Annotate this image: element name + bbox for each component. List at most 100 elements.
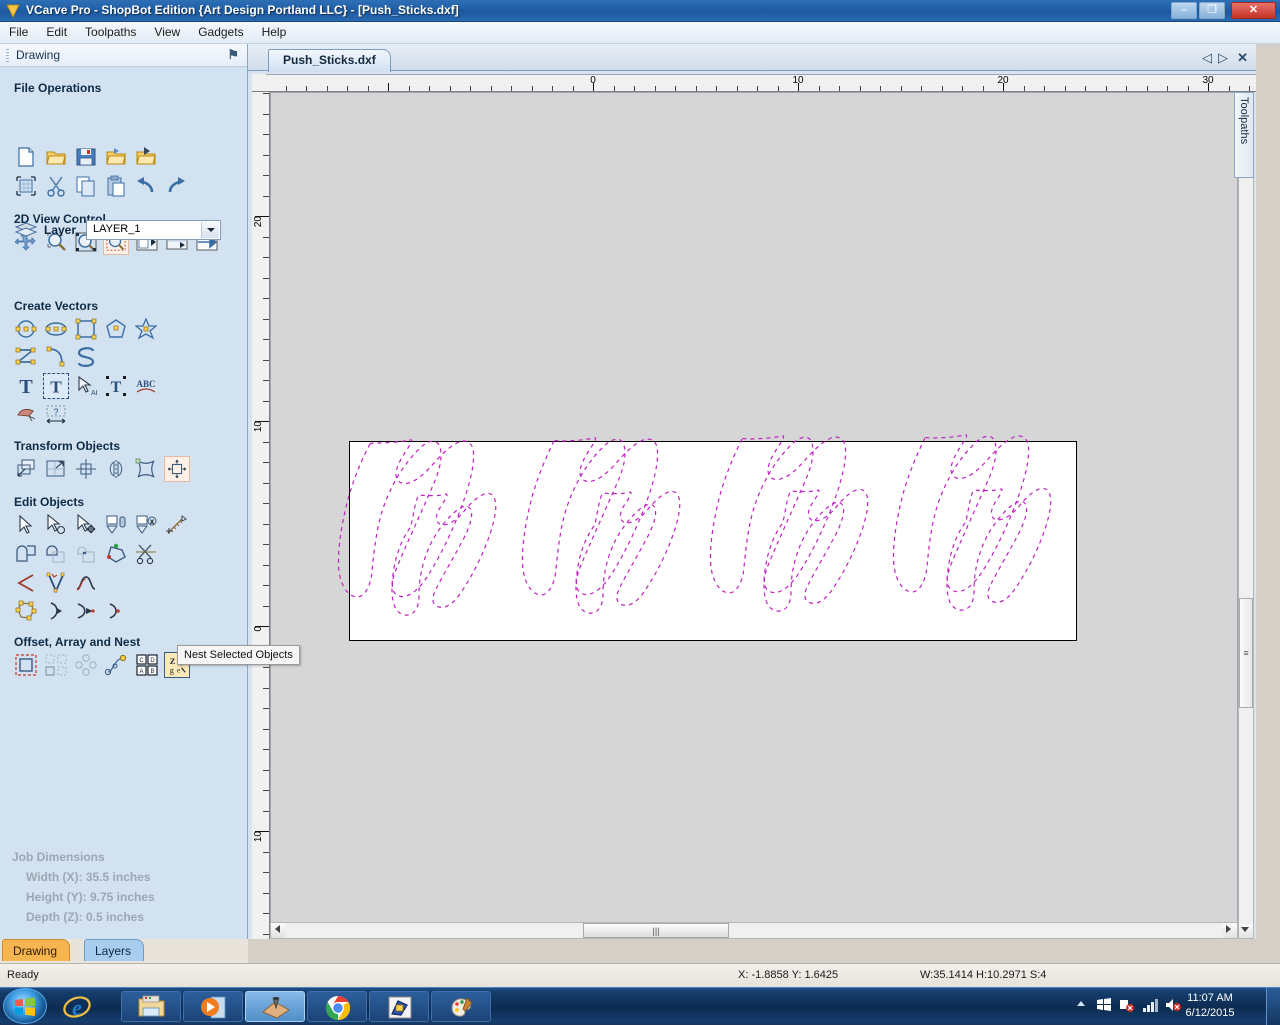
window-maximize-button[interactable]: ❐ — [1199, 2, 1225, 19]
trim-vectors-icon[interactable] — [133, 541, 159, 567]
taskbar-media-player-button[interactable] — [183, 991, 243, 1022]
draw-circle-icon[interactable] — [13, 316, 39, 342]
toolpaths-panel-tab[interactable]: Toolpaths — [1234, 92, 1254, 178]
text-selection-icon[interactable]: AB — [73, 373, 99, 399]
rotate-objects-icon[interactable] — [73, 456, 99, 482]
scroll-down-icon[interactable] — [1239, 924, 1253, 938]
copy-icon[interactable] — [73, 173, 99, 199]
taskbar-design-app-button[interactable] — [369, 991, 429, 1022]
taskbar-internet-explorer-icon[interactable]: e — [57, 991, 97, 1022]
undo-icon[interactable] — [133, 173, 159, 199]
panel-grip-icon[interactable] — [6, 49, 9, 62]
save-icon[interactable] — [73, 144, 99, 170]
import-vectors-icon[interactable] — [103, 144, 129, 170]
paste-icon[interactable] — [103, 173, 129, 199]
edit-text-icon[interactable]: T — [43, 373, 69, 399]
network-error-icon[interactable] — [1119, 998, 1135, 1015]
tab-drawing[interactable]: Drawing — [2, 939, 71, 961]
create-text-icon[interactable]: T — [13, 373, 39, 399]
draw-star-icon[interactable] — [133, 316, 159, 342]
copy-along-curve-icon[interactable] — [103, 652, 129, 678]
windows-start-icon[interactable] — [3, 988, 47, 1024]
canvas-vertical-scrollbar[interactable]: ≡ — [1238, 92, 1254, 939]
layer-select[interactable]: LAYER_1 — [86, 220, 221, 240]
window-title-bar[interactable]: VCarve Pro - ShopBot Edition {Art Design… — [0, 0, 1280, 22]
canvas-horizontal-scrollbar[interactable]: ||| — [270, 922, 1238, 939]
document-tab[interactable]: Push_Sticks.dxf — [268, 49, 391, 72]
scroll-left-icon[interactable] — [271, 923, 285, 938]
pin-icon[interactable]: ⚑ — [227, 47, 239, 63]
chevron-down-icon[interactable] — [201, 222, 219, 238]
node-edit-icon[interactable] — [43, 512, 69, 538]
join-open-vectors-icon[interactable] — [13, 570, 39, 596]
cut-icon[interactable] — [43, 173, 69, 199]
trace-bitmap-icon[interactable] — [13, 401, 39, 427]
circular-copy-icon[interactable] — [73, 652, 99, 678]
distort-objects-icon[interactable] — [133, 456, 159, 482]
point-editor-icon[interactable] — [13, 598, 39, 624]
show-desktop-button[interactable] — [1266, 988, 1280, 1025]
align-objects-icon[interactable] — [164, 456, 190, 482]
tab-prev-icon[interactable]: ◁ — [1202, 50, 1212, 66]
redo-icon[interactable] — [163, 173, 189, 199]
drawing-canvas[interactable] — [270, 92, 1238, 939]
window-minimize-button[interactable]: – — [1171, 2, 1197, 19]
dimension-icon[interactable]: ? — [43, 401, 69, 427]
scale-objects-icon[interactable] — [43, 456, 69, 482]
draw-polyline-icon[interactable] — [13, 344, 39, 370]
taskbar-file-explorer-button[interactable] — [121, 991, 181, 1022]
menu-item-gadgets[interactable]: Gadgets — [189, 22, 252, 42]
menu-item-file[interactable]: File — [0, 22, 37, 42]
taskbar-google-chrome-button[interactable] — [307, 991, 367, 1022]
taskbar-clock[interactable]: 11:07 AM 6/12/2015 — [1164, 991, 1256, 1021]
text-on-curve-icon[interactable]: T — [103, 373, 129, 399]
import-bitmap-icon[interactable] — [133, 144, 159, 170]
menu-item-help[interactable]: Help — [253, 22, 296, 42]
menu-item-view[interactable]: View — [145, 22, 189, 42]
scroll-right-icon[interactable] — [1223, 923, 1237, 938]
offset-vectors-icon[interactable] — [13, 652, 39, 678]
draw-sreverse-icon[interactable] — [73, 344, 99, 370]
plate-layout-icon[interactable]: CD A B — [134, 652, 160, 678]
horizontal-ruler[interactable]: 0 10 20 30 40 — [266, 74, 1256, 92]
tab-layers[interactable]: Layers — [84, 939, 145, 961]
action-center-icon[interactable] — [1097, 998, 1111, 1015]
measure-icon[interactable] — [164, 512, 190, 538]
menu-item-edit[interactable]: Edit — [37, 22, 76, 42]
draw-ellipse-icon[interactable] — [43, 316, 69, 342]
text-on-arc-icon[interactable]: ABC — [133, 373, 159, 399]
select-arrow-icon[interactable] — [13, 512, 39, 538]
horizontal-scroll-thumb[interactable]: ||| — [583, 923, 729, 938]
group-objects-icon[interactable] — [103, 512, 129, 538]
curve-fit-icon[interactable] — [73, 570, 99, 596]
taskbar-vcarve-pro-button[interactable] — [245, 991, 305, 1022]
fillet-icon[interactable] — [43, 570, 69, 596]
draw-polygon-icon[interactable] — [103, 316, 129, 342]
close-vectors-icon[interactable] — [103, 541, 129, 567]
menu-item-toolpaths[interactable]: Toolpaths — [76, 22, 145, 42]
intersect-vectors-icon[interactable] — [73, 541, 99, 567]
start-point-icon[interactable] — [43, 598, 69, 624]
move-node-icon[interactable] — [73, 512, 99, 538]
job-setup-icon[interactable] — [13, 173, 39, 199]
draw-curve-icon[interactable] — [43, 344, 69, 370]
vertical-scroll-thumb[interactable]: ≡ — [1239, 598, 1253, 708]
draw-rectangle-icon[interactable] — [73, 316, 99, 342]
window-close-button[interactable]: ✕ — [1231, 2, 1276, 19]
move-objects-icon[interactable] — [13, 456, 39, 482]
chevron-up-icon[interactable] — [1075, 998, 1087, 1012]
material-sheet[interactable] — [349, 441, 1077, 641]
tab-next-icon[interactable]: ▷ — [1218, 50, 1228, 66]
ungroup-objects-icon[interactable]: x — [133, 512, 159, 538]
new-file-icon[interactable] — [13, 144, 39, 170]
mirror-objects-icon[interactable] — [103, 456, 129, 482]
open-folder-icon[interactable] — [43, 144, 69, 170]
block-copy-icon[interactable] — [43, 652, 69, 678]
signal-bars-icon[interactable] — [1143, 998, 1159, 1015]
weld-vectors-icon[interactable] — [13, 541, 39, 567]
reverse-direction-icon[interactable] — [73, 598, 99, 624]
taskbar-paint-button[interactable] — [431, 991, 491, 1022]
direction-icon[interactable] — [103, 598, 129, 624]
vertical-ruler[interactable]: 20 10 0 10 — [252, 92, 270, 939]
subtract-vectors-icon[interactable] — [43, 541, 69, 567]
